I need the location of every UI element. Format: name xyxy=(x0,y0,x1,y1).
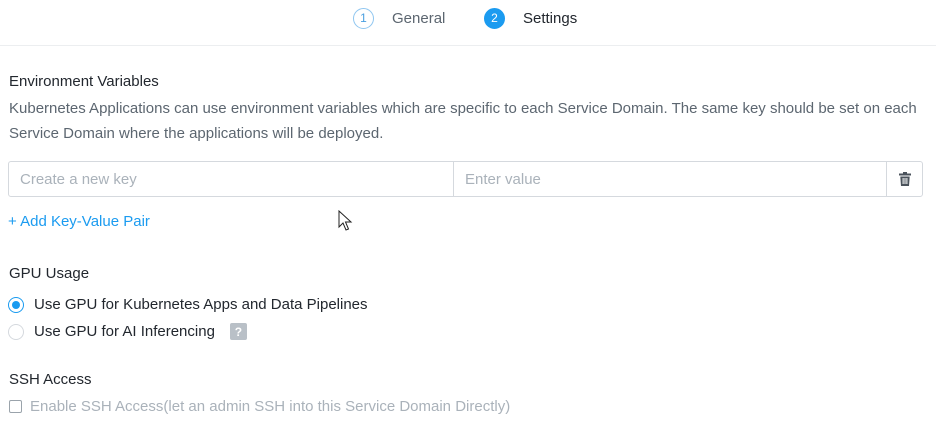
radio-label: Use GPU for Kubernetes Apps and Data Pip… xyxy=(34,296,368,313)
step-number: 1 xyxy=(353,7,374,29)
mouse-pointer-icon xyxy=(338,210,353,231)
env-vars-description: Kubernetes Applications can use environm… xyxy=(9,100,917,142)
radio-label: Use GPU for AI Inferencing xyxy=(34,323,215,340)
delete-pair-button[interactable] xyxy=(887,162,922,196)
checkbox-label: Enable SSH Access(let an admin SSH into … xyxy=(30,398,511,415)
wizard-stepper: 1 General 2 Settings xyxy=(0,0,936,46)
trash-icon xyxy=(898,172,911,186)
step-general[interactable]: 1 General xyxy=(353,6,445,30)
ssh-checkbox[interactable] xyxy=(9,400,22,413)
key-value-row xyxy=(8,161,923,197)
help-icon[interactable]: ? xyxy=(229,323,247,340)
key-input[interactable] xyxy=(9,162,454,196)
add-key-value-pair-link[interactable]: + Add Key-Value Pair xyxy=(8,213,150,230)
gpu-option-ai[interactable]: Use GPU for AI Inferencing ? xyxy=(8,323,247,340)
radio-button[interactable] xyxy=(8,323,24,340)
step-label: Settings xyxy=(523,9,578,27)
env-vars-title: Environment Variables xyxy=(9,73,159,90)
step-settings[interactable]: 2 Settings xyxy=(484,6,577,30)
ssh-access-option[interactable]: Enable SSH Access(let an admin SSH into … xyxy=(9,398,510,415)
value-input[interactable] xyxy=(454,162,887,196)
gpu-usage-title: GPU Usage xyxy=(9,265,90,282)
step-label: General xyxy=(392,9,446,27)
radio-button[interactable] xyxy=(8,296,24,313)
step-number: 2 xyxy=(484,7,505,29)
gpu-option-k8s[interactable]: Use GPU for Kubernetes Apps and Data Pip… xyxy=(8,296,368,313)
ssh-access-title: SSH Access xyxy=(9,371,92,388)
